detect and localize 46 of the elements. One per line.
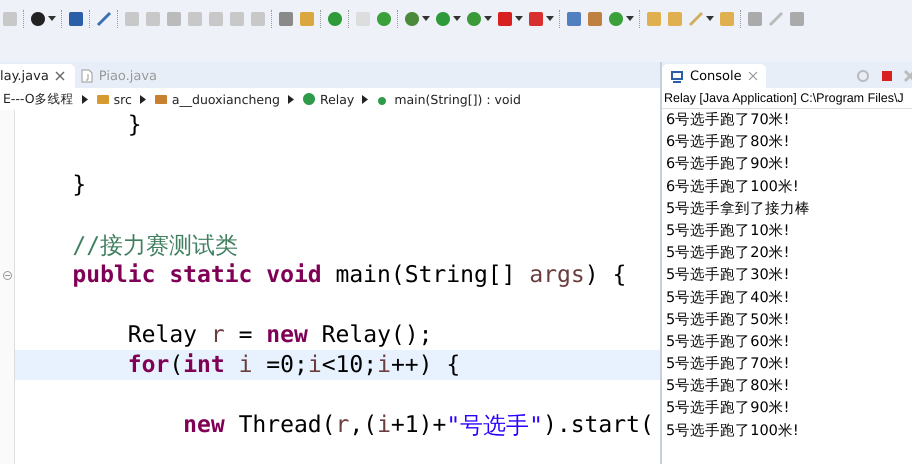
caret-icon[interactable]: [48, 16, 56, 21]
caret-icon[interactable]: [626, 16, 634, 21]
console-tab[interactable]: Console: [662, 64, 766, 88]
caret-icon[interactable]: [546, 16, 554, 21]
process-label: Relay [Java Application] C:\Program Files\J: [662, 88, 912, 109]
code-line: Relay r = new Relay();: [126, 321, 434, 350]
editor-tab[interactable]: lay.java: [0, 64, 75, 88]
separator-arrow-icon: [288, 94, 294, 104]
java-file-icon: [80, 69, 93, 83]
code-line: }: [71, 171, 88, 200]
console-output-line: 5号选手跑了40米!: [666, 288, 790, 308]
caret-icon[interactable]: [484, 16, 492, 21]
separator-arrow-icon: [362, 94, 368, 104]
breadcrumb-item[interactable]: a__duoxiancheng: [154, 92, 280, 106]
console-output-line: 5号选手跑了100米!: [666, 422, 800, 441]
console-output-line: 5号选手跑了60米!: [666, 332, 790, 352]
caret-icon[interactable]: [422, 16, 430, 21]
console-output-line: 6号选手跑了90米!: [666, 154, 790, 174]
console-output-line: 6号选手跑了80米!: [666, 132, 790, 152]
console-output-line: 5号选手跑了20米!: [666, 244, 790, 264]
console-output-line: 5号选手跑了50米!: [666, 310, 790, 330]
circle-icon: [302, 92, 316, 106]
console-output-line: 5号选手跑了90米!: [666, 398, 790, 418]
breadcrumb-item[interactable]: Relay: [302, 92, 354, 106]
console-output-line: 5号选手跑了70米!: [666, 354, 790, 374]
separator-arrow-icon: [140, 94, 146, 104]
close-icon[interactable]: [54, 71, 65, 81]
console-output-line: 5号选手拿到了接力棒: [666, 200, 812, 219]
console-output-line: 5号选手跑了80米!: [666, 376, 790, 396]
breadcrumb-item[interactable]: src: [96, 92, 132, 106]
console-output-line: 5号选手跑了30米!: [666, 266, 790, 286]
console-output-line: 6号选手跑了100米!: [666, 178, 800, 197]
separator-arrow-icon: [82, 94, 88, 104]
code-line: public static void main(String[] args) {: [71, 261, 628, 290]
caret-icon[interactable]: [453, 16, 461, 21]
breadcrumb-item[interactable]: main(String[]) : void: [376, 92, 521, 106]
code-line: //接力赛测试类: [71, 232, 240, 260]
breadcrumb-item[interactable]: E---O多线程: [3, 90, 74, 108]
caret-icon[interactable]: [515, 16, 523, 21]
close-icon[interactable]: [748, 71, 758, 81]
code-line: }: [126, 111, 143, 140]
caret-icon[interactable]: [706, 16, 714, 21]
fold-icon[interactable]: [2, 270, 12, 280]
console-output-line: 6号选手跑了70米!: [666, 110, 790, 130]
code-line: new Thread(r,(i+1)+"号选手").start(: [182, 411, 655, 440]
console-output-line: 5号选手跑了10米!: [666, 222, 790, 241]
